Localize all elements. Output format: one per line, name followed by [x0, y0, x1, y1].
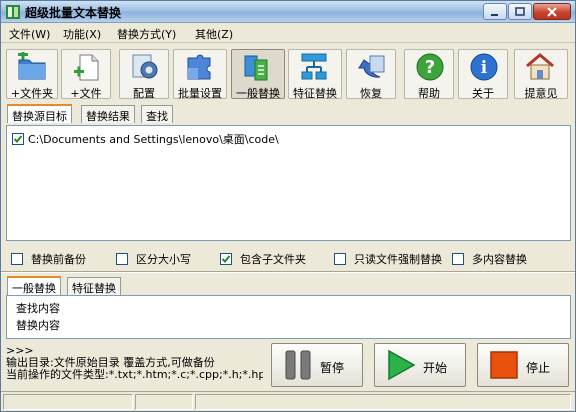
- add-file-label: +文件: [70, 87, 102, 100]
- restore-label: 恢复: [360, 87, 382, 100]
- option-subfolders-label: 包含子文件夹: [240, 253, 306, 266]
- home-icon: [526, 53, 554, 80]
- menu-bar: 文件(W) 功能(X) 替换方式(Y) 其他(Z): [1, 23, 575, 43]
- option-backup-checkbox[interactable]: [11, 253, 23, 265]
- normal-replace-label: 一般替换: [236, 87, 280, 100]
- replace-panel: 查找内容 替换内容: [6, 295, 571, 339]
- app-window: 超级批量文本替换 文件(W) 功能(X) 替换方式(Y) 其他(Z) +文件夹: [0, 0, 576, 412]
- list-item[interactable]: C:\Documents and Settings\lenovo\桌面\code…: [12, 131, 279, 147]
- source-list[interactable]: C:\Documents and Settings\lenovo\桌面\code…: [6, 125, 571, 241]
- maximize-icon: [515, 6, 525, 16]
- log-file-types: 当前操作的文件类型:*.txt;*.htm;*.c;*.cpp;*.h;*.hp…: [6, 368, 263, 381]
- structure-icon: [301, 53, 327, 80]
- help-icon: ?: [416, 53, 444, 81]
- status-log: >>> 输出目录:文件原始目录 覆盖方式,可做备份 当前操作的文件类型:*.tx…: [6, 345, 263, 387]
- status-cell: [135, 394, 193, 410]
- status-cell: [195, 394, 571, 410]
- add-folder-button[interactable]: +文件夹: [6, 49, 58, 100]
- menu-replace-mode[interactable]: 替换方式(Y): [117, 26, 176, 42]
- stop-label: 停止: [526, 361, 551, 375]
- menu-function[interactable]: 功能(X): [63, 26, 101, 42]
- config-button[interactable]: 配置: [119, 49, 169, 100]
- config-label: 配置: [133, 87, 155, 100]
- option-case-sensitive[interactable]: 区分大小写: [116, 251, 191, 267]
- puzzle-icon: [187, 54, 211, 80]
- option-multi-content-checkbox[interactable]: [452, 253, 464, 265]
- close-icon: [547, 6, 557, 17]
- play-icon: [388, 349, 416, 381]
- close-button[interactable]: [533, 3, 571, 20]
- option-multi-content[interactable]: 多内容替换: [452, 251, 527, 267]
- tab-source-target[interactable]: 替换源目标: [7, 104, 72, 123]
- option-backup-label: 替换前备份: [31, 253, 86, 266]
- list-item-path: C:\Documents and Settings\lenovo\桌面\code…: [28, 133, 279, 146]
- feedback-button[interactable]: 提意见: [514, 49, 568, 100]
- option-multi-content-label: 多内容替换: [472, 253, 527, 266]
- minimize-button[interactable]: [483, 3, 507, 20]
- restore-button[interactable]: 恢复: [346, 49, 396, 100]
- stop-button[interactable]: 停止: [477, 343, 569, 387]
- find-content-label[interactable]: 查找内容: [16, 300, 60, 316]
- gear-icon: [132, 54, 158, 79]
- check-icon: [13, 135, 23, 143]
- feedback-label: 提意见: [524, 87, 558, 100]
- normal-replace-button[interactable]: 一般替换: [231, 49, 285, 100]
- pause-icon: [285, 350, 311, 380]
- pause-label: 暂停: [320, 361, 345, 375]
- options-row: 替换前备份 区分大小写 包含子文件夹 只读文件强制替换 多内容替换: [1, 248, 575, 268]
- tab-replace-result[interactable]: 替换结果: [81, 105, 135, 123]
- start-button[interactable]: 开始: [374, 343, 466, 387]
- mode-tabs: 一般替换 特征替换: [5, 276, 205, 295]
- tab-normal-replace[interactable]: 一般替换: [7, 276, 61, 295]
- toolbar: +文件夹 +文件 配置 批量设置 一般替换 特征替换 恢复 ? 帮助 i 关于 …: [1, 44, 575, 100]
- list-item-checkbox[interactable]: [12, 133, 24, 145]
- add-file-icon: [74, 54, 99, 81]
- add-folder-icon: [18, 52, 46, 80]
- option-subfolders-checkbox[interactable]: [220, 253, 232, 265]
- info-icon: i: [470, 53, 498, 81]
- tab-feature-replace[interactable]: 特征替换: [67, 277, 121, 295]
- svg-text:i: i: [481, 58, 488, 78]
- status-cell: [3, 394, 133, 410]
- option-force-readonly-label: 只读文件强制替换: [354, 253, 442, 266]
- minimize-icon: [491, 13, 498, 16]
- option-force-readonly[interactable]: 只读文件强制替换: [334, 251, 442, 267]
- help-label: 帮助: [418, 87, 440, 100]
- title-bar[interactable]: 超级批量文本替换: [1, 1, 575, 23]
- batch-settings-label: 批量设置: [178, 87, 222, 100]
- about-button[interactable]: i 关于: [458, 49, 508, 100]
- start-label: 开始: [423, 361, 448, 375]
- batch-settings-button[interactable]: 批量设置: [173, 49, 227, 100]
- help-button[interactable]: ? 帮助: [404, 49, 454, 100]
- undo-icon: [358, 55, 385, 78]
- source-tabs: 替换源目标 替换结果 查找: [5, 104, 305, 123]
- feature-replace-label: 特征替换: [293, 87, 337, 100]
- window-title: 超级批量文本替换: [25, 6, 122, 20]
- divider: [1, 271, 575, 273]
- about-label: 关于: [472, 87, 494, 100]
- app-logo-icon: [6, 5, 20, 19]
- maximize-button[interactable]: [508, 3, 532, 20]
- menu-file[interactable]: 文件(W): [9, 26, 50, 42]
- pause-button[interactable]: 暂停: [271, 343, 363, 387]
- option-subfolders[interactable]: 包含子文件夹: [220, 251, 306, 267]
- stop-icon: [490, 351, 518, 379]
- option-case-sensitive-label: 区分大小写: [136, 253, 191, 266]
- tab-find[interactable]: 查找: [141, 105, 173, 123]
- add-file-button[interactable]: +文件: [61, 49, 111, 100]
- status-bar: [1, 391, 575, 411]
- replace-content-label[interactable]: 替换内容: [16, 317, 60, 333]
- replace-icon: [244, 55, 268, 81]
- option-backup[interactable]: 替换前备份: [11, 251, 86, 267]
- menu-other[interactable]: 其他(Z): [195, 26, 233, 42]
- option-case-sensitive-checkbox[interactable]: [116, 253, 128, 265]
- option-force-readonly-checkbox[interactable]: [334, 253, 346, 265]
- add-folder-label: +文件夹: [10, 87, 54, 100]
- svg-text:?: ?: [425, 57, 435, 78]
- feature-replace-button[interactable]: 特征替换: [288, 49, 342, 100]
- check-icon: [221, 255, 231, 263]
